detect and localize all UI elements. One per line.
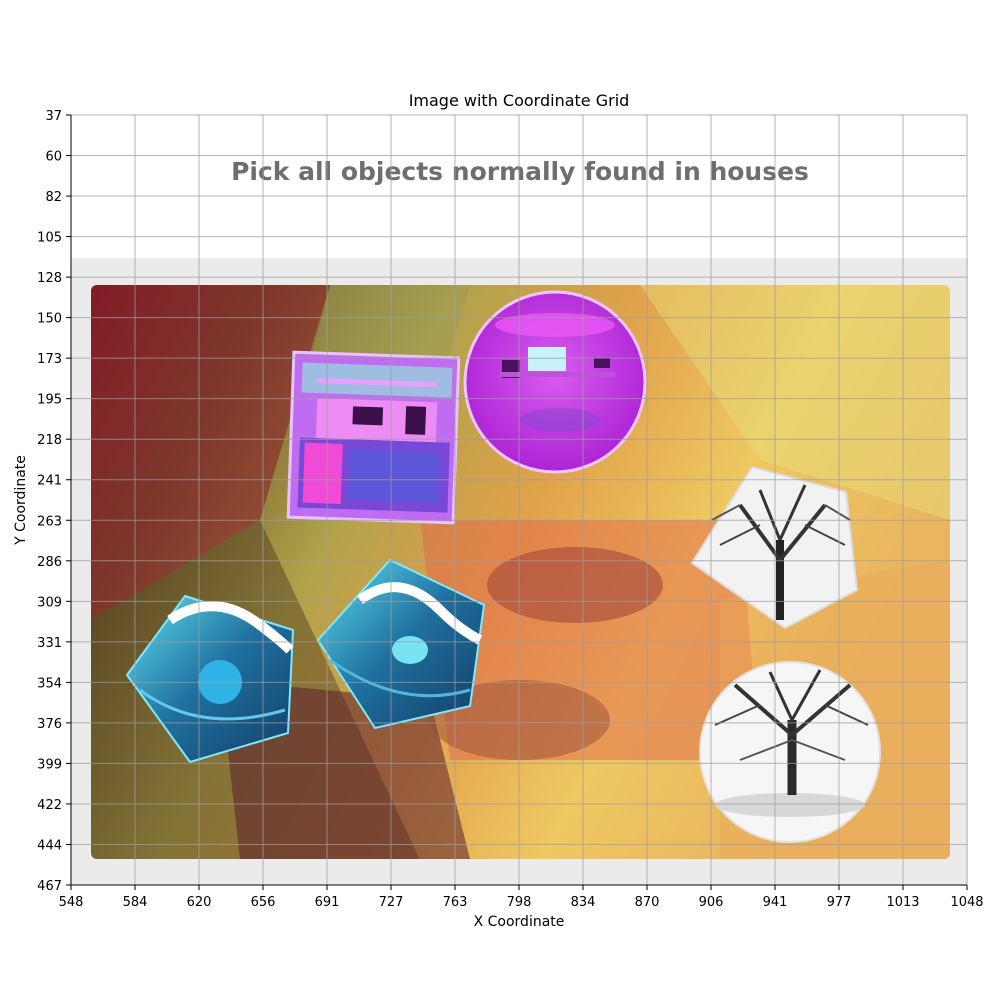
x-tick-label: 1048	[950, 895, 983, 910]
x-tick-label: 763	[443, 895, 468, 910]
y-tick-label: 467	[37, 879, 62, 894]
y-tick-label: 128	[37, 271, 62, 286]
y-tick-label: 60	[45, 150, 62, 165]
y-tick-label: 173	[37, 352, 62, 367]
y-tick-label: 241	[37, 474, 62, 489]
y-tick-label: 309	[37, 595, 62, 610]
tile-kitchen-circle[interactable]	[463, 290, 647, 474]
x-tick-label: 834	[571, 895, 596, 910]
y-tick-label: 263	[37, 514, 62, 529]
x-tick-label: 620	[187, 895, 212, 910]
x-axis-label: X Coordinate	[474, 914, 565, 930]
y-tick-label: 195	[37, 393, 62, 408]
figure-title: Image with Coordinate Grid	[409, 91, 630, 110]
y-tick-label: 82	[45, 190, 62, 205]
x-tick-label: 691	[315, 895, 340, 910]
y-tick-label: 376	[37, 717, 62, 732]
y-tick-label: 354	[37, 676, 62, 691]
y-tick-label: 331	[37, 636, 62, 651]
tile-tree-circle[interactable]	[699, 661, 881, 843]
x-tick-label: 941	[763, 895, 788, 910]
y-tick-label: 399	[37, 757, 62, 772]
y-tick-label: 37	[45, 109, 62, 124]
x-tick-label: 977	[827, 895, 852, 910]
x-ticks: 548 584 620 656 691 727 763 798 834 870 906 941 977 1…	[59, 885, 984, 910]
x-tick-label: 656	[251, 895, 276, 910]
y-tick-label: 422	[37, 798, 62, 813]
figure: Pick all objects normally found in house…	[13, 91, 984, 930]
x-tick-label: 798	[507, 895, 532, 910]
x-tick-label: 548	[59, 895, 84, 910]
y-tick-label: 286	[37, 555, 62, 570]
y-tick-label: 218	[37, 433, 62, 448]
x-tick-label: 1013	[886, 895, 919, 910]
y-tick-label: 105	[37, 231, 62, 246]
captcha-instruction: Pick all objects normally found in house…	[231, 157, 809, 186]
y-tick-label: 150	[37, 312, 62, 327]
y-ticks: 37 60 82 105 128 150 173 195 218 241 263 286 309 331 3…	[37, 109, 71, 894]
y-tick-label: 444	[37, 838, 62, 853]
x-tick-label: 584	[123, 895, 148, 910]
x-tick-label: 727	[379, 895, 404, 910]
x-tick-label: 870	[635, 895, 660, 910]
x-tick-label: 906	[699, 895, 724, 910]
tile-kitchen-square[interactable]	[286, 350, 461, 525]
y-axis-label: Y Coordinate	[13, 455, 29, 546]
